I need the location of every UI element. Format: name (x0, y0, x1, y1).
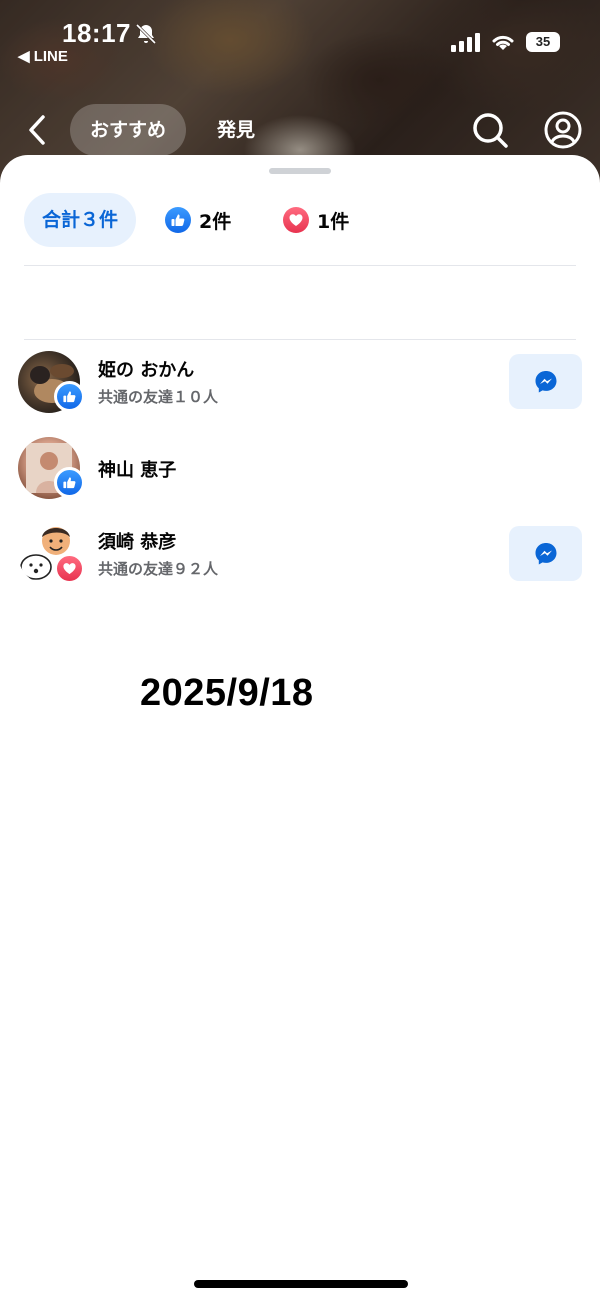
thumbs-up-icon (54, 467, 85, 498)
reactions-sheet: 合計３件 2件 1件 姫の おかん 共通の友達１０人 神山 恵子 須崎 恭彦 共… (0, 155, 600, 1301)
tab-discover[interactable]: 発見 (206, 104, 266, 156)
mutual-friends: 共通の友達１０人 (98, 388, 219, 406)
profile-icon[interactable] (543, 110, 583, 150)
messenger-icon (535, 370, 556, 392)
mutual-friends: 共通の友達９２人 (98, 560, 219, 578)
overlay-date: 2025/9/18 (140, 672, 314, 714)
tab-recommended[interactable]: おすすめ (70, 104, 186, 156)
heart-icon (283, 207, 309, 233)
chevron-left-icon[interactable] (22, 112, 52, 148)
filter-love-tab[interactable]: 1件 (283, 193, 349, 247)
like-count: 2件 (199, 210, 232, 233)
wifi-icon (492, 35, 514, 50)
love-count: 1件 (317, 210, 350, 233)
home-indicator[interactable] (194, 1280, 408, 1288)
divider (24, 339, 576, 340)
signal-icon (451, 32, 480, 52)
status-indicators: 35 (451, 32, 560, 52)
back-to-app-link[interactable]: ◀ LINE (18, 47, 68, 65)
screen: 18:17 ◀ LINE 35 おすすめ 発見 合計３件 2件 1件 姫の おか… (0, 0, 600, 1301)
bell-slash-icon (135, 23, 157, 45)
person-name[interactable]: 神山 恵子 (98, 456, 176, 482)
search-icon[interactable] (470, 110, 510, 150)
list-item[interactable]: 須崎 恭彦 共通の友達９２人 (0, 523, 600, 593)
list-item[interactable]: 姫の おかん 共通の友達１０人 (0, 351, 600, 421)
messenger-icon (535, 542, 556, 564)
filter-all-tab[interactable]: 合計３件 (24, 193, 136, 247)
message-button[interactable] (509, 354, 582, 409)
message-button[interactable] (509, 526, 582, 581)
list-item[interactable]: 神山 恵子 (0, 437, 600, 507)
thumbs-up-icon (54, 381, 85, 412)
divider (24, 265, 576, 266)
status-time: 18:17 (62, 18, 131, 48)
battery-indicator: 35 (526, 32, 560, 52)
person-name[interactable]: 須崎 恭彦 (98, 528, 176, 554)
person-name[interactable]: 姫の おかん (98, 356, 194, 382)
filter-like-tab[interactable]: 2件 (165, 193, 231, 247)
heart-icon (54, 553, 85, 584)
thumbs-up-icon (165, 207, 191, 233)
sheet-grabber[interactable] (269, 168, 331, 174)
